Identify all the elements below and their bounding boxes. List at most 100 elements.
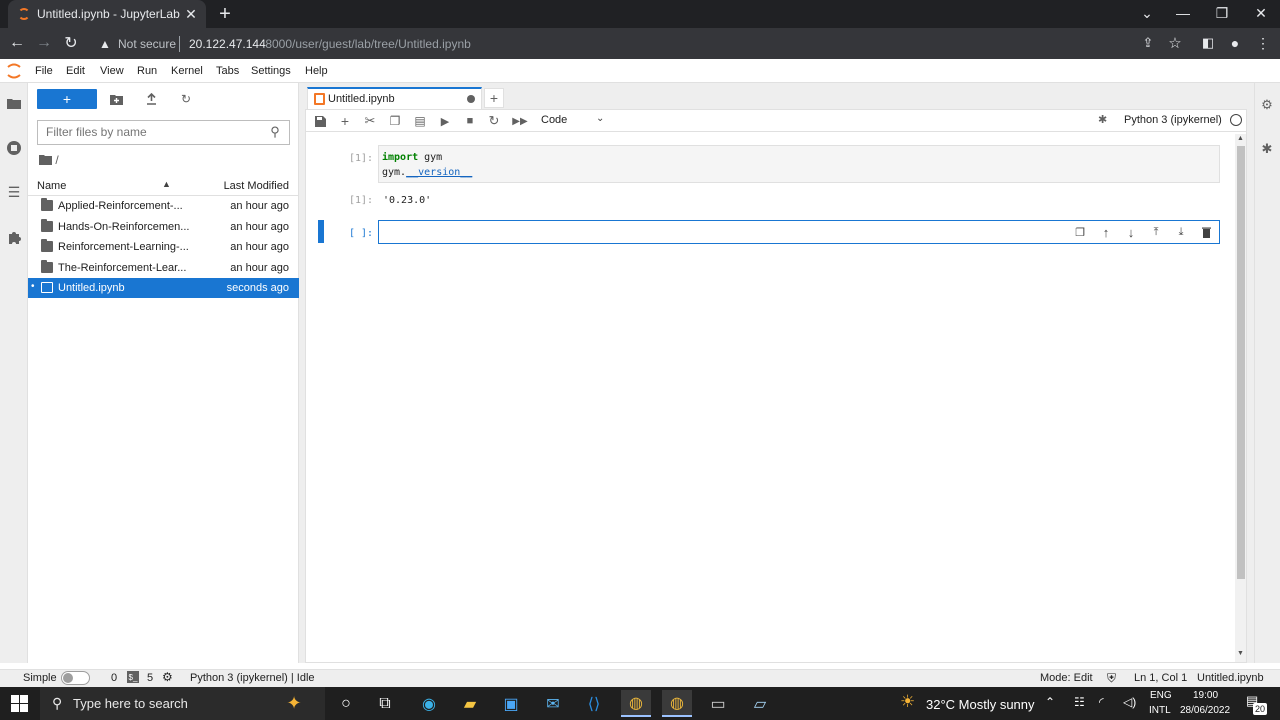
restart-run-all-icon[interactable]: ▶▶ <box>510 112 530 130</box>
property-inspector-gears-icon[interactable]: ⚙ <box>1259 97 1275 113</box>
breadcrumb-folder-icon[interactable] <box>39 155 52 165</box>
url-host[interactable]: 20.122.47.144 <box>189 37 266 51</box>
column-modified-header[interactable]: Last Modified <box>224 180 289 192</box>
kernel-name[interactable]: Python 3 (ipykernel) <box>1124 114 1222 126</box>
tab-search-chevron-icon[interactable]: ⌄ <box>1130 2 1164 24</box>
menu-view[interactable]: View <box>100 65 124 77</box>
debugger-icon[interactable]: ✱ <box>1259 141 1275 157</box>
search-icon[interactable]: ⚲ <box>267 124 283 140</box>
volume-icon[interactable]: ◁) <box>1123 695 1136 709</box>
file-row[interactable]: Reinforcement-Learning-... an hour ago <box>28 237 299 257</box>
upload-icon[interactable] <box>141 89 161 109</box>
restart-icon[interactable]: ↻ <box>484 112 504 130</box>
tab-untitled-notebook[interactable]: Untitled.ipynb <box>307 87 482 109</box>
filter-files-input[interactable] <box>38 121 258 143</box>
menu-tabs[interactable]: Tabs <box>216 65 239 77</box>
warning-icon[interactable]: ▲ <box>99 37 111 51</box>
menu-help[interactable]: Help <box>305 65 328 77</box>
move-down-icon[interactable]: ↓ <box>1122 224 1140 240</box>
breadcrumb-root[interactable]: / <box>55 153 58 167</box>
cortana-icon[interactable]: ○ <box>331 690 361 717</box>
kernel-count[interactable]: 5 <box>147 672 153 684</box>
back-arrow-icon[interactable]: ← <box>6 32 28 54</box>
file-explorer-icon[interactable]: ▰ <box>455 690 485 717</box>
copy-icon[interactable]: ❐ <box>385 112 405 130</box>
kernel-gear-icon[interactable]: ⚙ <box>162 670 173 684</box>
forward-arrow-icon[interactable]: → <box>33 32 55 54</box>
network-icon[interactable]: ☷ <box>1074 695 1085 709</box>
breadcrumb[interactable]: / <box>39 153 59 167</box>
folder-icon[interactable] <box>4 93 24 113</box>
browser-tab[interactable]: Untitled.ipynb - JupyterLab ✕ <box>8 0 206 28</box>
security-label[interactable]: Not secure <box>118 37 176 51</box>
reload-icon[interactable]: ↻ <box>60 32 82 54</box>
debugger-bug-icon[interactable]: ✱ <box>1098 113 1107 126</box>
menu-kernel[interactable]: Kernel <box>171 65 203 77</box>
kernel-status-text[interactable]: Python 3 (ipykernel) | Idle <box>190 672 315 684</box>
cut-icon[interactable]: ✂ <box>360 112 380 130</box>
file-row[interactable]: Applied-Reinforcement-... an hour ago <box>28 196 299 216</box>
tray-chevron-up-icon[interactable]: ⌃ <box>1045 695 1055 709</box>
table-of-contents-icon[interactable]: ☰ <box>4 182 24 202</box>
code-cell-editor[interactable] <box>378 145 1220 183</box>
menu-edit[interactable]: Edit <box>66 65 85 77</box>
column-name-header[interactable]: Name <box>37 180 66 192</box>
unsaved-indicator-icon[interactable] <box>467 95 475 103</box>
active-cell-indicator[interactable] <box>318 220 324 243</box>
run-icon[interactable]: ▶ <box>435 112 455 130</box>
menu-file[interactable]: File <box>35 65 53 77</box>
weather-sunny-icon[interactable]: ☀ <box>900 692 915 712</box>
profile-icon[interactable]: ● <box>1224 32 1246 54</box>
close-icon[interactable]: ✕ <box>182 5 200 23</box>
sort-ascending-icon[interactable]: ▲ <box>162 179 171 189</box>
maximize-icon[interactable]: ❐ <box>1205 2 1239 24</box>
file-row-selected[interactable]: • Untitled.ipynb seconds ago <box>28 278 299 298</box>
weather-text[interactable]: 32°C Mostly sunny <box>926 697 1035 712</box>
filter-files-box[interactable]: ⚲ <box>37 120 290 145</box>
sidepanel-icon[interactable]: ◧ <box>1197 32 1219 54</box>
wifi-icon[interactable]: ◜ <box>1099 695 1104 709</box>
file-row[interactable]: Hands-On-Reinforcemen... an hour ago <box>28 217 299 237</box>
minimize-icon[interactable]: — <box>1166 2 1200 24</box>
extensions-puzzle-icon[interactable] <box>4 227 24 247</box>
new-launcher-button[interactable]: + <box>37 89 97 109</box>
keyboard-layout[interactable]: INTL <box>1149 705 1171 716</box>
stop-icon[interactable]: ■ <box>460 112 480 130</box>
url-path[interactable]: :8000/user/guest/lab/tree/Untitled.ipynb <box>262 37 471 51</box>
save-icon[interactable] <box>310 112 330 130</box>
chrome-icon[interactable]: ◍ <box>621 690 651 717</box>
running-sessions-icon[interactable] <box>4 138 24 158</box>
add-tab-button[interactable]: + <box>484 88 504 108</box>
clock-date[interactable]: 28/06/2022 <box>1180 705 1230 716</box>
insert-above-icon[interactable]: ⤒ <box>1147 224 1165 240</box>
window-close-icon[interactable]: ✕ <box>1244 2 1278 24</box>
bookmark-star-icon[interactable]: ☆ <box>1164 32 1186 54</box>
terminal-icon[interactable]: $_ <box>127 671 139 683</box>
task-view-icon[interactable]: ⧉ <box>370 690 400 717</box>
refresh-icon[interactable]: ↻ <box>176 89 196 109</box>
simple-mode-toggle[interactable] <box>61 671 90 685</box>
microsoft-store-icon[interactable]: ▣ <box>496 690 526 717</box>
move-up-icon[interactable]: ↑ <box>1097 224 1115 240</box>
file-row[interactable]: The-Reinforcement-Lear... an hour ago <box>28 258 299 278</box>
vscode-icon[interactable]: ⟨⟩ <box>579 690 609 717</box>
menu-run[interactable]: Run <box>137 65 157 77</box>
menu-settings[interactable]: Settings <box>251 65 291 77</box>
search-highlight-icon[interactable]: ✦ <box>279 690 309 717</box>
insert-below-icon[interactable]: ⤓ <box>1172 224 1190 240</box>
scroll-up-icon[interactable]: ▲ <box>1237 135 1244 142</box>
share-icon[interactable]: ⇪ <box>1137 32 1159 54</box>
windows-start-icon[interactable] <box>11 695 28 712</box>
scrollbar-thumb[interactable] <box>1237 146 1245 579</box>
editor-mode[interactable]: Mode: Edit <box>1040 672 1093 684</box>
new-tab-button[interactable]: + <box>214 3 236 25</box>
new-folder-icon[interactable] <box>106 89 126 109</box>
cursor-position[interactable]: Ln 1, Col 1 <box>1134 672 1187 684</box>
delete-cell-icon[interactable] <box>1197 224 1215 240</box>
insert-cell-icon[interactable]: + <box>335 112 355 130</box>
edge-browser-icon[interactable]: ◉ <box>414 690 444 717</box>
terminal-app-icon[interactable]: ▭ <box>703 690 733 717</box>
notification-count-badge[interactable]: 20 <box>1253 703 1267 715</box>
trusted-shield-icon[interactable]: ⛨ <box>1107 671 1116 686</box>
scroll-down-icon[interactable]: ▼ <box>1237 650 1244 657</box>
